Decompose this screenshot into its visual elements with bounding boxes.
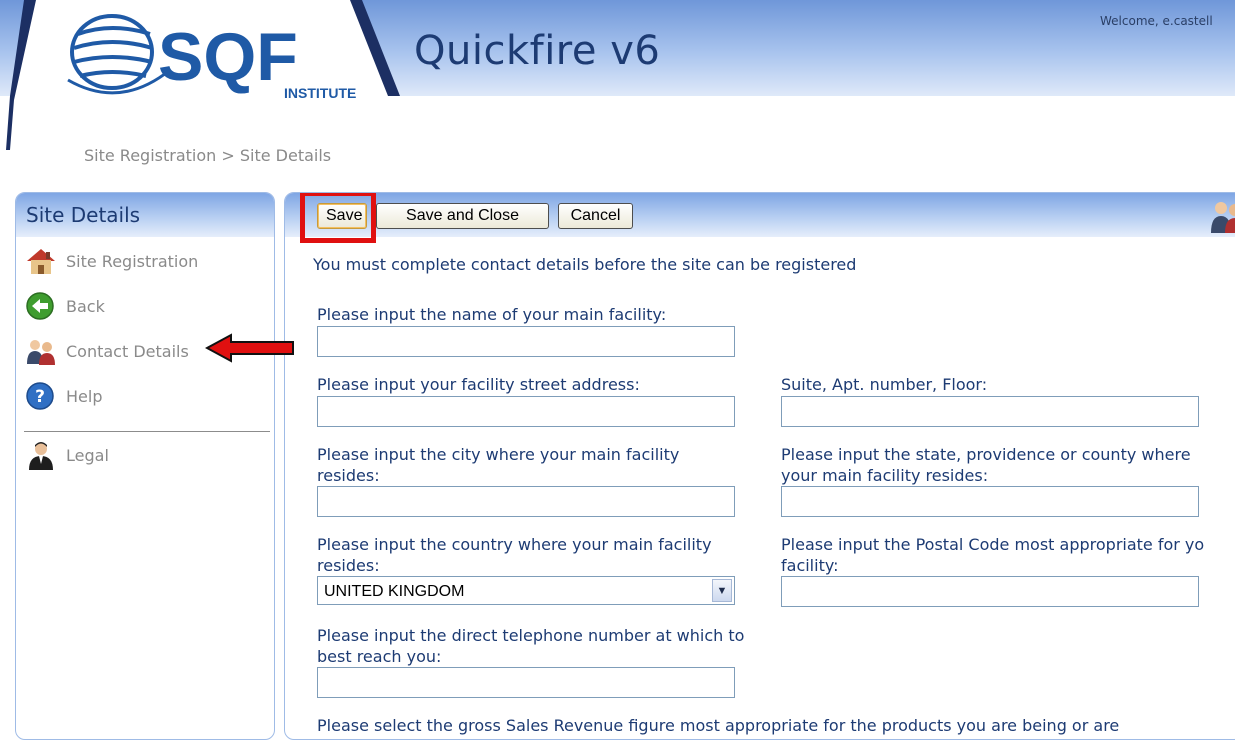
suite-label: Suite, Apt. number, Floor: [781,375,988,394]
city-label: Please input the city where your main fa… [317,444,679,486]
annotation-arrow-icon [205,333,294,363]
back-arrow-icon [26,292,54,320]
street-address-label: Please input your facility street addres… [317,375,640,394]
facility-name-input[interactable] [317,326,735,357]
sidebar-item-label: Back [66,296,105,316]
save-highlight-annotation [300,193,376,243]
phone-label-line: best reach you: [317,647,442,666]
city-input[interactable] [317,486,735,517]
logo-subtext: INSTITUTE [284,85,356,101]
state-label: Please input the state, providence or co… [781,444,1191,486]
contact-required-notice: You must complete contact details before… [313,255,857,274]
toolbar: Save Save and Close Cancel [285,193,1235,243]
country-label-line: Please input the country where your main… [317,535,712,554]
legal-person-icon [29,442,53,470]
app-title: Quickfire v6 [414,28,661,74]
sidebar-item-help[interactable]: ? Help [24,380,102,412]
sidebar-item-label: Help [66,386,103,406]
postal-code-input[interactable] [781,576,1199,607]
sidebar-item-label: Site Registration [66,251,199,271]
chevron-down-icon[interactable]: ▼ [712,579,732,602]
phone-label-line: Please input the direct telephone number… [317,626,745,645]
sidebar-item-site-registration[interactable]: Site Registration [24,245,198,277]
postal-label-line: Please input the Postal Code most approp… [781,535,1205,554]
city-label-line: Please input the city where your main fa… [317,445,680,464]
sidebar-item-legal[interactable]: Legal [24,439,109,471]
breadcrumb: Site Registration > Site Details [84,146,332,165]
svg-text:?: ? [35,387,45,407]
state-input[interactable] [781,486,1199,517]
sidebar-item-contact-details[interactable]: Contact Details [24,335,189,367]
sidebar-title: Site Details [16,193,274,237]
cancel-button[interactable]: Cancel [558,203,633,229]
site-details-panel: Save Save and Close Cancel You must comp… [284,192,1235,740]
logo-text: SQF [158,19,298,95]
help-question-icon: ? [26,382,54,410]
house-icon [27,249,55,274]
sidebar-item-back[interactable]: Back [24,290,105,322]
sqf-logo: SQF INSTITUTE [0,0,400,150]
sales-revenue-label: Please select the gross Sales Revenue fi… [317,716,1120,735]
postal-code-label: Please input the Postal Code most approp… [781,534,1204,576]
facility-name-label: Please input the name of your main facil… [317,305,667,324]
contacts-people-icon [1211,202,1235,233]
country-label-line: resides: [317,556,380,575]
city-label-line: resides: [317,466,380,485]
phone-input[interactable] [317,667,735,698]
street-address-input[interactable] [317,396,735,427]
postal-label-line: facility: [781,556,839,575]
welcome-user: Welcome, e.castell [1100,14,1213,28]
state-label-line: Please input the state, providence or co… [781,445,1191,464]
phone-label: Please input the direct telephone number… [317,625,744,667]
country-label: Please input the country where your main… [317,534,712,576]
sidebar-divider [24,431,270,432]
country-select[interactable]: UNITED KINGDOM ▼ [317,576,735,605]
sidebar-item-label: Contact Details [66,341,189,361]
country-select-value: UNITED KINGDOM [324,583,465,600]
sidebar: Site Details Site Registration Back Cont… [15,192,275,740]
save-and-close-button[interactable]: Save and Close [376,203,549,229]
sidebar-item-label: Legal [66,445,109,465]
state-label-line: your main facility resides: [781,466,989,485]
suite-input[interactable] [781,396,1199,427]
contacts-people-icon [27,340,55,365]
